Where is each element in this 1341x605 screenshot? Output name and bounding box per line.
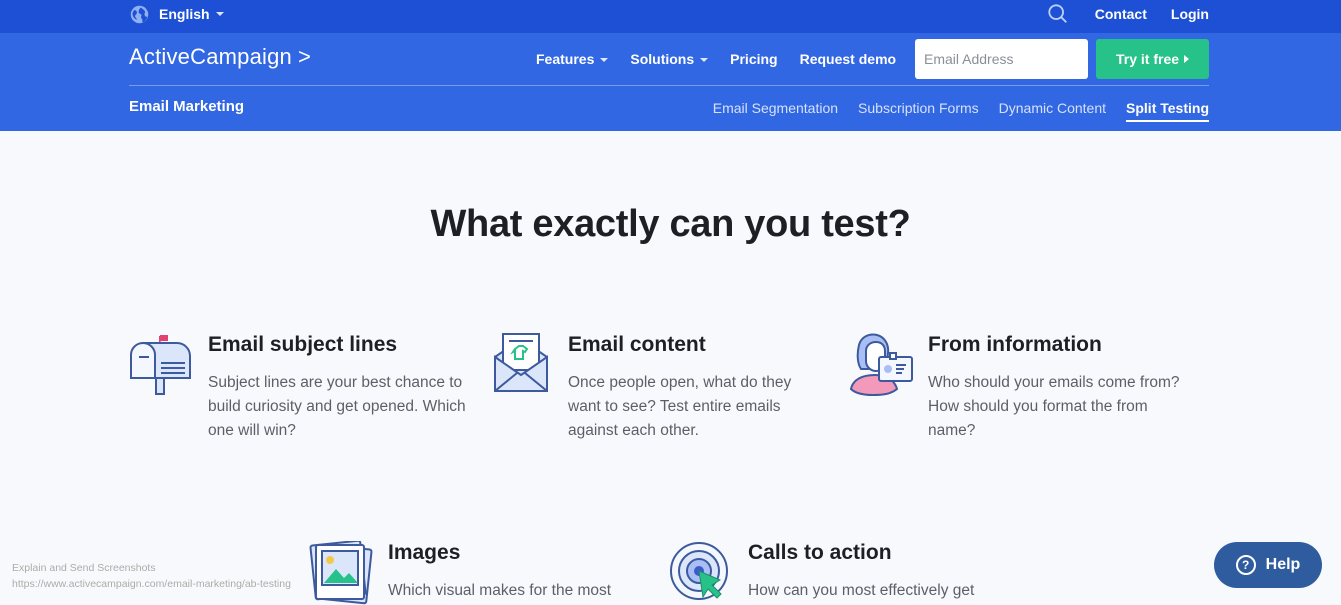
- subnav-split-testing[interactable]: Split Testing: [1126, 100, 1209, 122]
- nav-divider: [129, 85, 1209, 86]
- feature-description: How can you most effectively get: [748, 582, 975, 599]
- screenshot-overlay: Explain and Send Screenshots https://www…: [12, 560, 291, 592]
- overlay-url: https://www.activecampaign.com/email-mar…: [12, 578, 291, 590]
- feature-description: Which visual makes for the most: [388, 582, 612, 599]
- contact-link[interactable]: Contact: [1095, 6, 1147, 22]
- sub-nav: Email Segmentation Subscription Forms Dy…: [693, 100, 1209, 122]
- help-label: Help: [1265, 556, 1301, 573]
- open-envelope-icon: [494, 333, 548, 392]
- subnav-subscription-forms[interactable]: Subscription Forms: [858, 100, 979, 122]
- main-nav: Features Solutions Pricing Request demo: [536, 51, 896, 67]
- language-label: English: [159, 6, 210, 22]
- person-id-card-icon: [849, 333, 913, 397]
- email-address-input[interactable]: [915, 39, 1088, 79]
- chevron-down-icon: [700, 58, 709, 63]
- page-heading: What exactly can you test?: [430, 203, 911, 245]
- nav-features-label: Features: [536, 51, 595, 67]
- feature-description: Subject lines are your best chance to bu…: [208, 374, 466, 439]
- logo-text: ActiveCampaign: [129, 44, 292, 69]
- logo-chevron-icon: >: [298, 44, 312, 69]
- question-circle-icon: ?: [1235, 555, 1256, 575]
- feature-description: Once people open, what do they want to s…: [568, 374, 792, 439]
- feature-title: From information: [928, 333, 1102, 356]
- feature-title: Email content: [568, 333, 706, 356]
- image-stack-icon: [309, 541, 373, 605]
- help-button[interactable]: ? Help: [1214, 542, 1322, 588]
- nav-request-demo[interactable]: Request demo: [800, 51, 896, 67]
- nav-features[interactable]: Features: [536, 51, 609, 67]
- subnav-email-segmentation[interactable]: Email Segmentation: [713, 100, 838, 122]
- login-link[interactable]: Login: [1171, 6, 1209, 22]
- mailbox-icon: [130, 335, 191, 395]
- nav-pricing[interactable]: Pricing: [730, 51, 777, 67]
- subnav-dynamic-content[interactable]: Dynamic Content: [999, 100, 1106, 122]
- top-utility-bar: English Contact Login: [0, 0, 1341, 33]
- feature-title: Email subject lines: [208, 333, 398, 356]
- chevron-down-icon: [600, 58, 609, 63]
- try-it-free-label: Try it free: [1115, 51, 1180, 67]
- chevron-down-icon: [215, 12, 224, 16]
- nav-solutions[interactable]: Solutions: [630, 51, 709, 67]
- language-selector[interactable]: English: [129, 3, 224, 25]
- nav-solutions-label: Solutions: [630, 51, 695, 67]
- feature-title: Images: [388, 541, 461, 564]
- play-arrow-icon: [1184, 55, 1190, 63]
- try-it-free-button[interactable]: Try it free: [1096, 39, 1209, 79]
- feature-description: Who should your emails come from? How sh…: [928, 374, 1180, 439]
- globe-icon: [130, 5, 149, 23]
- section-title[interactable]: Email Marketing: [129, 98, 244, 115]
- search-icon[interactable]: [1047, 3, 1069, 25]
- activecampaign-logo[interactable]: ActiveCampaign >: [129, 44, 311, 70]
- target-cursor-icon: [670, 542, 728, 600]
- feature-title: Calls to action: [748, 541, 892, 564]
- overlay-title: Explain and Send Screenshots: [12, 562, 156, 574]
